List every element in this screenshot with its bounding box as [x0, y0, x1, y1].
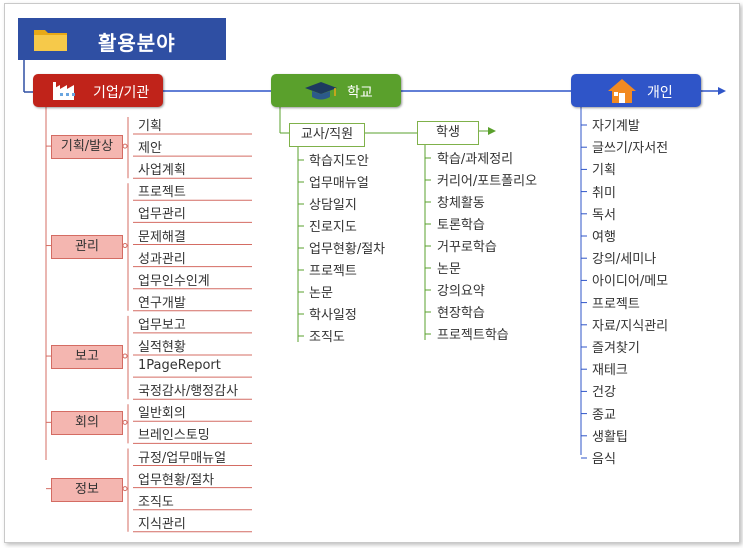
list-item: 현장학습	[437, 306, 485, 321]
list-item: 자기계발	[592, 119, 640, 134]
list-item: 1PageReport	[138, 358, 221, 374]
list-item: 기획	[138, 119, 162, 134]
list-item: 취미	[592, 185, 616, 201]
list-item: 종교	[592, 407, 616, 423]
factory-icon	[51, 80, 81, 106]
list-item: 글쓰기/자서전	[592, 141, 669, 157]
list-item: 조직도	[309, 330, 345, 345]
list-item: 재테크	[592, 363, 628, 379]
category-1: 관리	[51, 234, 123, 259]
list-item: 업무매뉴얼	[309, 176, 369, 191]
house-icon	[607, 78, 637, 108]
folder-icon	[33, 26, 69, 56]
list-item: 업무관리	[138, 207, 186, 223]
list-item: 프로젝트	[592, 296, 640, 312]
list-item: 브레인스토밍	[138, 428, 210, 444]
list-item: 프로젝트학습	[437, 328, 509, 343]
node-school: 학교	[271, 74, 401, 107]
node-personal-label: 개인	[647, 85, 673, 101]
list-item: 창체활동	[437, 196, 485, 211]
list-item: 기획	[592, 163, 616, 179]
category-3: 회의	[51, 411, 123, 436]
list-item: 국정감사/행정감사	[138, 384, 239, 400]
list-item: 건강	[592, 385, 616, 401]
node-corporate-label: 기업/기관	[93, 85, 150, 101]
list-item: 자료/지식관리	[592, 318, 669, 334]
list-item: 토론학습	[437, 218, 485, 233]
list-item: 사업계획	[138, 163, 186, 179]
title-banner: 활용분야	[18, 18, 226, 60]
list-item: 성과관리	[138, 251, 186, 267]
node-corporate: 기업/기관	[33, 74, 163, 107]
list-item: 아이디어/메모	[592, 274, 669, 290]
list-item: 여행	[592, 230, 616, 245]
list-item: 독서	[592, 207, 616, 223]
student-box: 학생	[417, 121, 479, 145]
graduation-cap-icon	[303, 79, 339, 107]
list-item: 문제해결	[138, 229, 186, 245]
category-0: 기획/발상	[51, 135, 123, 160]
list-item: 업무현황/절차	[138, 472, 215, 488]
list-item: 거꾸로학습	[437, 240, 497, 255]
list-item: 프로젝트	[138, 185, 186, 201]
category-4: 정보	[51, 477, 123, 502]
node-school-label: 학교	[347, 85, 373, 101]
list-item: 프로젝트	[309, 264, 357, 279]
list-item: 업무인수인계	[138, 273, 210, 289]
list-item: 학습/과제정리	[437, 152, 514, 167]
list-item: 논문	[309, 286, 333, 301]
list-item: 규정/업무매뉴얼	[138, 450, 227, 466]
list-item: 즐겨찾기	[592, 341, 640, 356]
list-item: 상담일지	[309, 198, 357, 213]
list-item: 실적현황	[138, 340, 186, 355]
teacher-staff-box: 교사/직원	[289, 123, 365, 147]
node-personal: 개인	[571, 74, 701, 107]
list-item: 커리어/포트폴리오	[437, 174, 538, 189]
list-item: 업무현황/절차	[309, 242, 386, 257]
list-item: 생활팁	[592, 429, 628, 445]
list-item: 업무보고	[138, 317, 186, 333]
list-item: 강의/세미나	[592, 252, 657, 268]
list-item: 학사일정	[309, 308, 357, 323]
list-item: 제안	[138, 141, 162, 157]
list-item: 학습지도안	[309, 154, 369, 169]
list-item: 지식관리	[138, 516, 186, 532]
list-item: 논문	[437, 262, 461, 277]
list-item: 진로지도	[309, 220, 357, 235]
page-title: 활용분야	[98, 31, 176, 55]
list-item: 강의요약	[437, 284, 485, 299]
category-2: 보고	[51, 345, 123, 370]
list-item: 음식	[592, 452, 616, 467]
list-item: 일반회의	[138, 406, 186, 422]
list-item: 연구개발	[138, 295, 186, 311]
list-item: 조직도	[138, 494, 174, 510]
